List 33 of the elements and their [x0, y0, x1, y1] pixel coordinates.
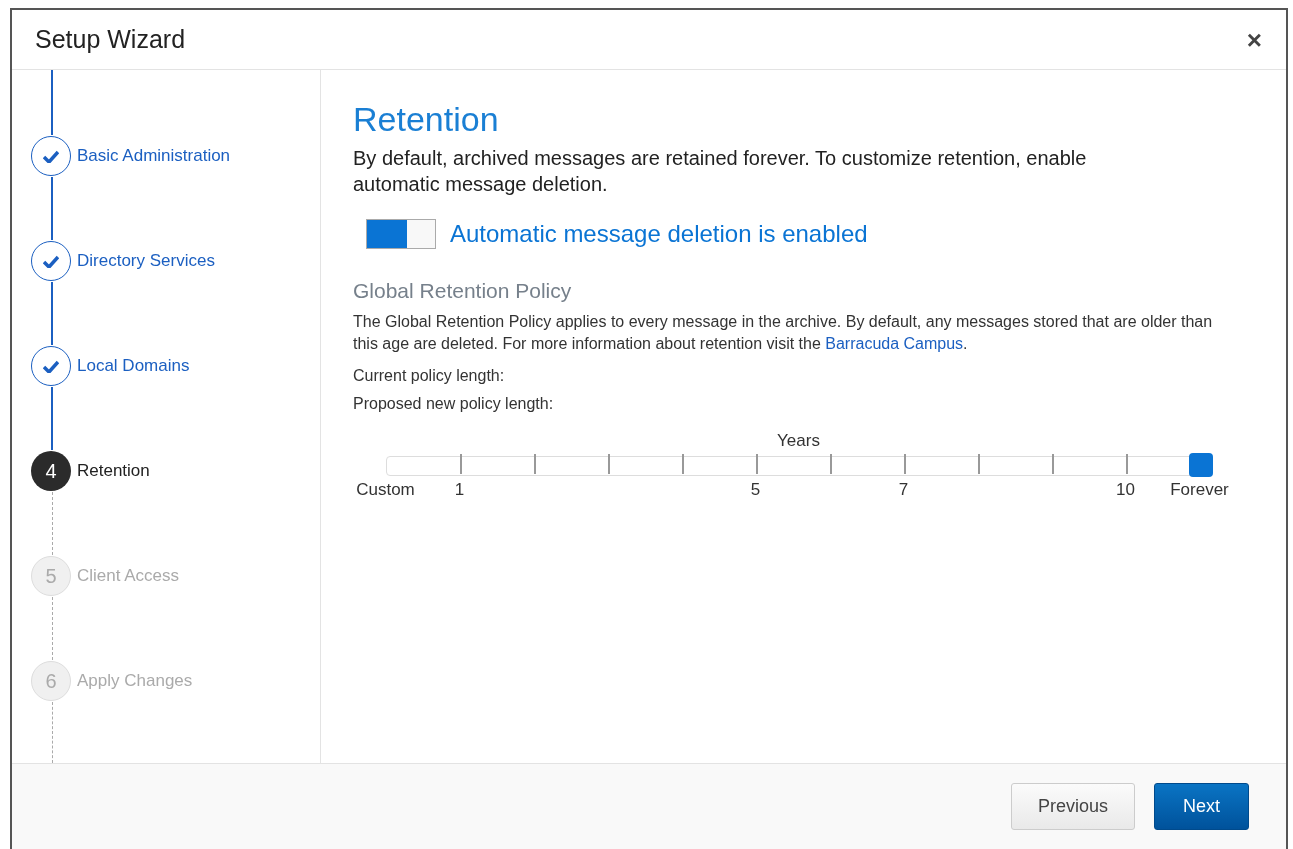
step-number: 6 [31, 661, 71, 701]
slider-thumb[interactable] [1189, 453, 1213, 477]
step-label: Retention [77, 461, 150, 481]
step-number: 5 [31, 556, 71, 596]
current-policy-label: Current policy length: [353, 367, 506, 385]
slider-label: 7 [898, 480, 909, 500]
previous-button[interactable]: Previous [1010, 783, 1135, 830]
toggle-switch[interactable] [366, 219, 436, 249]
slider-label: Custom [356, 480, 415, 500]
intro-text: By default, archived messages are retained forever. To customize retention, enable automatic message deletion. [353, 146, 1088, 197]
step-label[interactable]: Local Domains [77, 356, 190, 376]
slider-title: Years [777, 431, 820, 451]
step-label[interactable]: Directory Services [77, 251, 215, 271]
step-label: Apply Changes [77, 671, 193, 691]
step-number: 4 [31, 451, 71, 491]
slider-label: 5 [750, 480, 761, 500]
slider-label: 10 [1116, 480, 1135, 500]
policy-description: The Global Retention Policy applies to every message in the archive. By default, any messages stored that are older than this age are deleted. For more information about retention visit the Barracuda Campus. [353, 312, 1214, 354]
checkmark-icon [43, 149, 59, 163]
checkmark-icon [43, 359, 59, 373]
window-title: Setup Wizard [35, 25, 186, 54]
slider-label: 1 [454, 480, 465, 500]
slider-track[interactable] [386, 456, 1212, 476]
step-label: Client Access [77, 566, 180, 586]
next-button[interactable]: Next [1154, 783, 1249, 830]
page-heading: Retention [353, 100, 500, 139]
proposed-policy-label: Proposed new policy length: [353, 395, 555, 413]
slider-label: Forever [1170, 480, 1229, 500]
close-button[interactable]: × [1246, 26, 1262, 53]
step-label[interactable]: Basic Administration [77, 146, 231, 166]
toggle-label: Automatic message deletion is enabled [450, 220, 868, 248]
section-heading: Global Retention Policy [353, 279, 573, 303]
checkmark-icon [43, 254, 59, 268]
